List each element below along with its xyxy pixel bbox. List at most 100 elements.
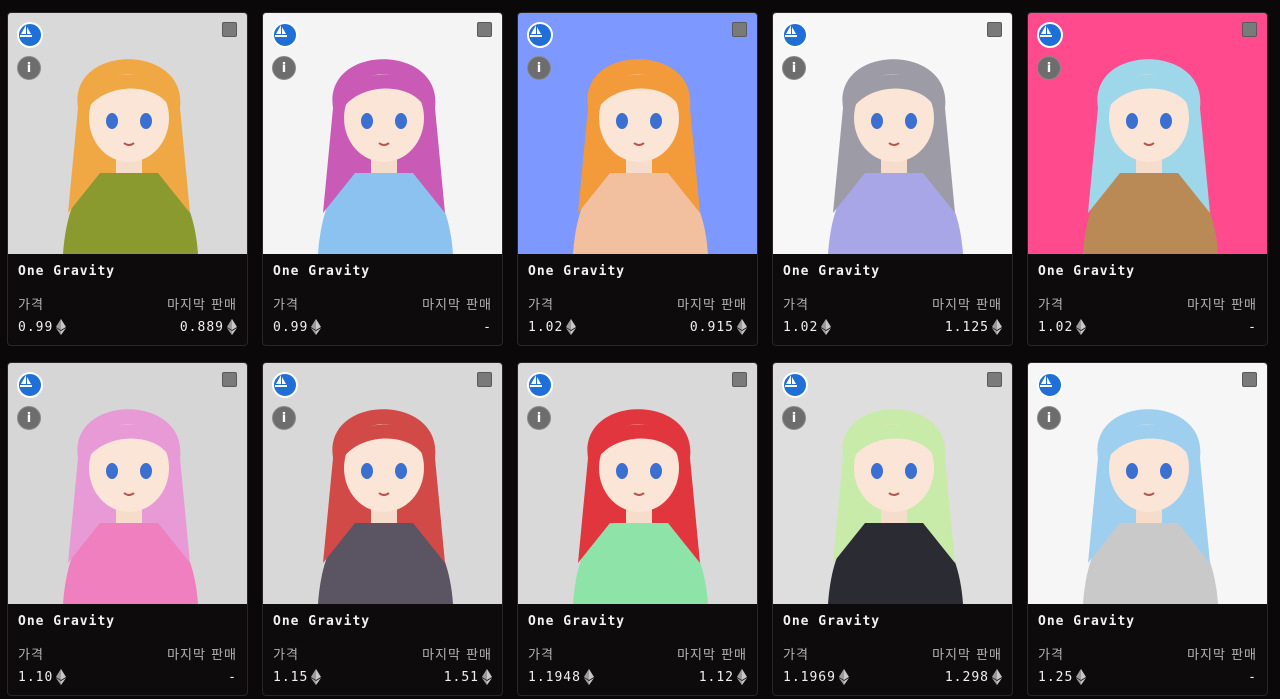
nft-card[interactable]: i One Gravity 가격 마지막 판매 1.15 1.51 — [262, 362, 503, 696]
info-icon[interactable]: i — [782, 56, 806, 80]
character-art — [263, 363, 502, 604]
nft-card[interactable]: i One Gravity 가격 마지막 판매 1.1969 1.298 — [772, 362, 1013, 696]
nft-image[interactable]: i — [1028, 13, 1267, 254]
nft-card[interactable]: i One Gravity 가격 마지막 판매 0.99 - — [262, 12, 503, 346]
price-value: 0.99 — [273, 319, 322, 335]
info-icon[interactable]: i — [527, 56, 551, 80]
nft-image[interactable]: i — [1028, 363, 1267, 604]
last-sale-amount: 0.915 — [689, 319, 734, 335]
last-sale-value: 1.51 — [444, 669, 492, 685]
nft-name: One Gravity — [1038, 264, 1136, 279]
select-checkbox[interactable] — [222, 372, 237, 387]
eth-icon — [1076, 669, 1087, 685]
nft-name: One Gravity — [528, 264, 626, 279]
price-amount: 1.10 — [18, 669, 54, 685]
info-icon[interactable]: i — [272, 406, 296, 430]
character-art — [263, 13, 502, 254]
opensea-icon[interactable] — [1037, 22, 1063, 48]
price-value: 0.99 — [18, 319, 67, 335]
info-icon[interactable]: i — [527, 406, 551, 430]
select-checkbox[interactable] — [732, 372, 747, 387]
nft-image[interactable]: i — [263, 363, 502, 604]
value-row: 1.1969 1.298 — [783, 669, 1002, 685]
last-sale-value: - — [1248, 670, 1257, 685]
info-icon[interactable]: i — [272, 56, 296, 80]
label-row: 가격 마지막 판매 — [18, 644, 237, 663]
nft-name: One Gravity — [783, 614, 881, 629]
info-icon[interactable]: i — [1037, 406, 1061, 430]
character-art — [8, 363, 247, 604]
nft-image[interactable]: i — [773, 13, 1012, 254]
opensea-icon[interactable] — [782, 22, 808, 48]
opensea-icon[interactable] — [782, 372, 808, 398]
select-checkbox[interactable] — [477, 372, 492, 387]
nft-card[interactable]: i One Gravity 가격 마지막 판매 1.25 - — [1027, 362, 1268, 696]
select-checkbox[interactable] — [477, 22, 492, 37]
nft-image[interactable]: i — [8, 363, 247, 604]
opensea-icon[interactable] — [1037, 372, 1063, 398]
select-checkbox[interactable] — [222, 22, 237, 37]
label-row: 가격 마지막 판매 — [528, 294, 747, 313]
last-sale-amount: 1.51 — [443, 669, 479, 685]
eth-icon — [992, 669, 1002, 685]
eth-icon — [56, 669, 67, 685]
nft-card[interactable]: i One Gravity 가격 마지막 판매 1.02 - — [1027, 12, 1268, 346]
nft-image[interactable]: i — [773, 363, 1012, 604]
price-value: 1.15 — [273, 669, 322, 685]
label-row: 가격 마지막 판매 — [18, 294, 237, 313]
nft-card[interactable]: i One Gravity 가격 마지막 판매 1.02 1.125 — [772, 12, 1013, 346]
price-amount: 1.15 — [273, 669, 309, 685]
nft-grid: i One Gravity 가격 마지막 판매 0.99 0.889 i One Gravit… — [7, 12, 1273, 696]
nft-card[interactable]: i One Gravity 가격 마지막 판매 0.99 0.889 — [7, 12, 248, 346]
select-checkbox[interactable] — [1242, 22, 1257, 37]
last-sale-value: 0.889 — [180, 319, 237, 335]
nft-meta: One Gravity 가격 마지막 판매 0.99 - — [263, 254, 502, 335]
nft-name: One Gravity — [18, 614, 116, 629]
opensea-icon[interactable] — [527, 22, 553, 48]
select-checkbox[interactable] — [987, 22, 1002, 37]
opensea-icon[interactable] — [272, 372, 298, 398]
opensea-icon[interactable] — [272, 22, 298, 48]
last-sale-label: 마지막 판매 — [932, 298, 1002, 313]
nft-card[interactable]: i One Gravity 가격 마지막 판매 1.1948 1.12 — [517, 362, 758, 696]
price-label: 가격 — [273, 298, 299, 313]
value-row: 1.15 1.51 — [273, 669, 492, 685]
label-row: 가격 마지막 판매 — [783, 294, 1002, 313]
value-row: 0.99 - — [273, 319, 492, 335]
info-icon[interactable]: i — [17, 56, 41, 80]
nft-meta: One Gravity 가격 마지막 판매 1.25 - — [1028, 604, 1267, 685]
price-value: 1.02 — [783, 319, 832, 335]
character-art — [518, 363, 757, 604]
price-label: 가격 — [1038, 648, 1064, 663]
last-sale-value: 1.298 — [945, 669, 1002, 685]
character-art — [773, 13, 1012, 254]
price-amount: 1.1969 — [783, 669, 836, 685]
last-sale-label: 마지막 판매 — [422, 298, 492, 313]
value-row: 1.25 - — [1038, 669, 1257, 685]
select-checkbox[interactable] — [1242, 372, 1257, 387]
last-sale-value: 1.125 — [945, 319, 1002, 335]
opensea-icon[interactable] — [17, 22, 43, 48]
opensea-icon[interactable] — [527, 372, 553, 398]
select-checkbox[interactable] — [732, 22, 747, 37]
select-checkbox[interactable] — [987, 372, 1002, 387]
opensea-icon[interactable] — [17, 372, 43, 398]
last-sale-label: 마지막 판매 — [932, 648, 1002, 663]
price-label: 가격 — [1038, 298, 1064, 313]
nft-image[interactable]: i — [518, 363, 757, 604]
nft-image[interactable]: i — [263, 13, 502, 254]
nft-card[interactable]: i One Gravity 가격 마지막 판매 1.10 - — [7, 362, 248, 696]
nft-image[interactable]: i — [518, 13, 757, 254]
label-row: 가격 마지막 판매 — [273, 644, 492, 663]
nft-meta: One Gravity 가격 마지막 판매 1.02 1.125 — [773, 254, 1012, 335]
nft-image[interactable]: i — [8, 13, 247, 254]
last-sale-amount: - — [483, 319, 492, 335]
label-row: 가격 마지막 판매 — [783, 644, 1002, 663]
price-value: 1.1948 — [528, 669, 594, 685]
info-icon[interactable]: i — [1037, 56, 1061, 80]
nft-card[interactable]: i One Gravity 가격 마지막 판매 1.02 0.915 — [517, 12, 758, 346]
info-icon[interactable]: i — [17, 406, 41, 430]
info-icon[interactable]: i — [782, 406, 806, 430]
last-sale-amount: - — [228, 669, 237, 685]
last-sale-amount: 0.889 — [179, 319, 224, 335]
